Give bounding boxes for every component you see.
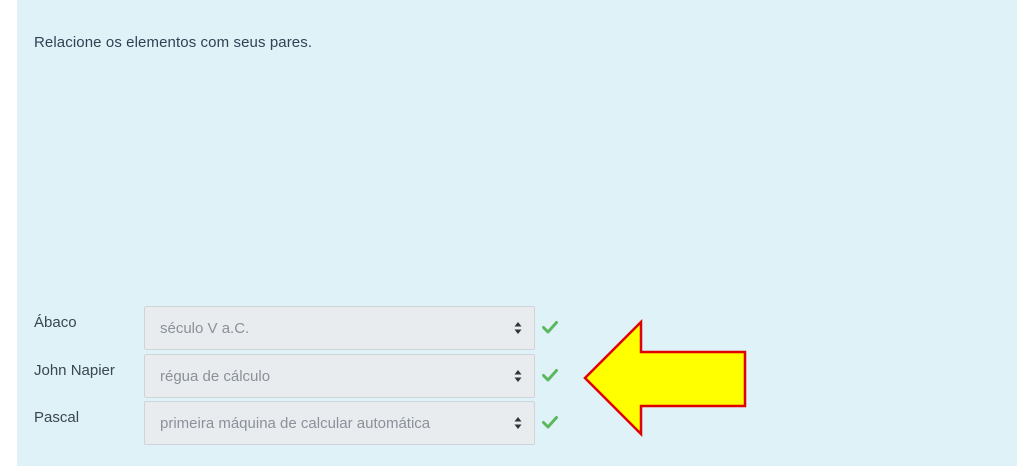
question-prompt: Relacione os elementos com seus pares.: [34, 34, 313, 51]
row-label: Pascal: [34, 409, 80, 426]
match-row: Pascal primeira máquina de calcular auto…: [34, 401, 594, 445]
answer-select[interactable]: século V a.C.: [144, 306, 535, 350]
check-icon: [542, 321, 558, 334]
question-panel: Relacione os elementos com seus pares. Á…: [17, 0, 1017, 466]
sort-arrows-icon: [514, 322, 522, 334]
row-label: Ábaco: [34, 314, 77, 331]
select-value: régua de cálculo: [160, 368, 271, 385]
match-row: Ábaco século V a.C.: [34, 306, 594, 350]
match-row: John Napier régua de cálculo: [34, 354, 594, 398]
answer-select[interactable]: régua de cálculo: [144, 354, 535, 398]
arrow-left-icon: [583, 318, 747, 438]
sort-arrows-icon: [514, 370, 522, 382]
check-icon: [542, 369, 558, 382]
select-value: primeira máquina de calcular automática: [160, 415, 431, 432]
sort-arrows-icon: [514, 417, 522, 429]
row-label: John Napier: [34, 362, 115, 379]
answer-select[interactable]: primeira máquina de calcular automática: [144, 401, 535, 445]
select-value: século V a.C.: [160, 320, 250, 337]
check-icon: [542, 416, 558, 429]
